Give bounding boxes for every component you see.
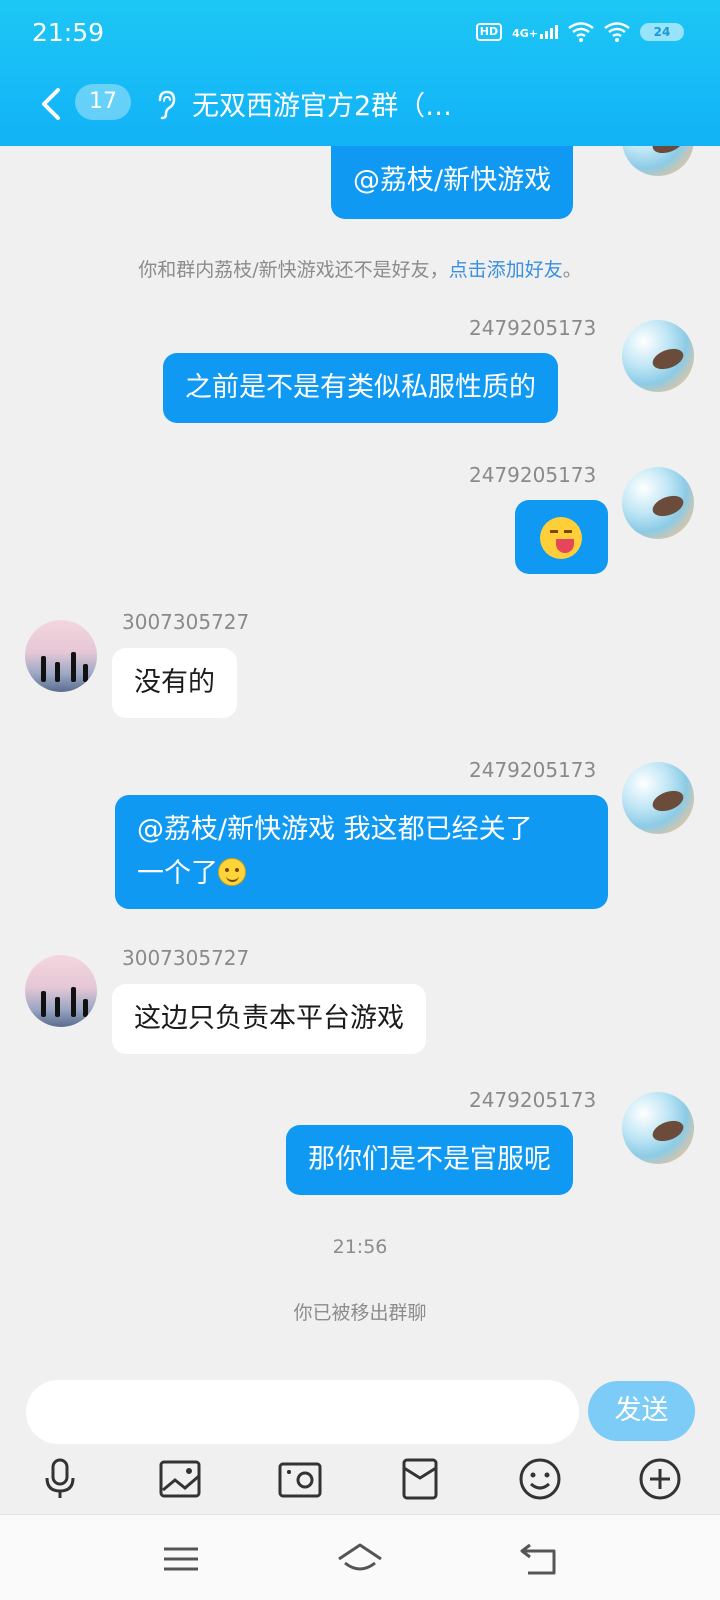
mic-icon[interactable] [37, 1456, 83, 1502]
avatar[interactable] [622, 762, 694, 834]
sender-id: 3007305727 [122, 946, 250, 970]
drooling-sticker-icon [540, 516, 582, 559]
avatar[interactable] [622, 1092, 694, 1164]
message-bubble[interactable]: 那你们是不是官服呢 [286, 1125, 573, 1195]
back-arrow-icon[interactable] [36, 84, 66, 124]
message-bubble[interactable]: @荔枝/新快游戏 我这都已经关了 一个了 [115, 795, 608, 909]
image-icon[interactable] [157, 1456, 203, 1502]
status-bar: 21:59 HD 4G+ 24 [0, 0, 720, 70]
status-time: 21:59 [32, 18, 105, 47]
smile-emoji-icon [218, 858, 246, 886]
timestamp: 21:56 [332, 1236, 388, 1258]
send-button[interactable]: 发送 [588, 1381, 695, 1441]
sender-id: 2479205173 [469, 316, 597, 340]
group-title[interactable]: 无双西游官方2群（… [192, 84, 452, 123]
avatar[interactable] [25, 955, 97, 1027]
message-bubble[interactable]: @荔枝/新快游戏 [331, 146, 574, 219]
wifi-icon [568, 22, 594, 42]
add-friend-link[interactable]: 点击添加好友 [449, 259, 563, 281]
removed-from-group-note: 你已被移出群聊 [293, 1302, 427, 1324]
message-text: @荔枝/新快游戏 [353, 165, 552, 196]
message-text: 之前是不是有类似私服性质的 [185, 372, 536, 403]
menu-icon[interactable] [156, 1539, 206, 1579]
message-text: 那你们是不是官服呢 [308, 1144, 551, 1175]
message-bubble[interactable]: 没有的 [112, 648, 237, 718]
title-bar: 17 无双西游官方2群（… [0, 70, 720, 146]
sender-id: 2479205173 [469, 463, 597, 487]
message-bubble[interactable]: 之前是不是有类似私服性质的 [163, 353, 558, 423]
system-nav-bar [0, 1514, 720, 1600]
message-text-line: 一个了 [137, 858, 218, 889]
avatar[interactable] [622, 467, 694, 539]
sender-id: 3007305727 [122, 610, 250, 634]
avatar[interactable] [622, 320, 694, 392]
avatar[interactable] [25, 620, 97, 692]
signal-icon: 4G+ [512, 25, 558, 39]
sender-id: 2479205173 [469, 1088, 597, 1112]
emoji-icon[interactable] [517, 1456, 563, 1502]
back-nav-icon[interactable] [514, 1539, 564, 1579]
input-toolbar [0, 1456, 720, 1506]
system-note-text: 你和群内荔枝/新快游戏还不是好友， [138, 259, 449, 281]
unread-count-badge[interactable]: 17 [75, 84, 131, 120]
wifi-icon-secondary [604, 22, 630, 42]
status-icons: HD 4G+ 24 [475, 22, 684, 42]
plus-icon[interactable] [637, 1456, 683, 1502]
system-note-suffix: 。 [562, 259, 582, 281]
message-bubble[interactable] [515, 500, 608, 574]
message-text: 没有的 [134, 667, 215, 698]
avatar[interactable] [622, 146, 694, 176]
network-type-label: 4G+ [512, 27, 538, 40]
friend-request-note: 你和群内荔枝/新快游戏还不是好友，点击添加好友。 [0, 255, 720, 282]
sender-id: 2479205173 [469, 758, 597, 782]
battery-icon: 24 [640, 23, 684, 41]
chat-area[interactable]: @荔枝/新快游戏 你和群内荔枝/新快游戏还不是好友，点击添加好友。 247920… [0, 146, 720, 1364]
message-text-line: @荔枝/新快游戏 我这都已经关了 [137, 814, 533, 845]
hd-icon: HD [475, 23, 503, 41]
home-icon[interactable] [335, 1539, 385, 1579]
message-text: 这边只负责本平台游戏 [134, 1003, 404, 1034]
message-bubble[interactable]: 这边只负责本平台游戏 [112, 984, 426, 1054]
input-area: 发送 [0, 1364, 720, 1514]
camera-icon[interactable] [277, 1456, 323, 1502]
message-input[interactable] [26, 1380, 579, 1444]
chat-header: 21:59 HD 4G+ 24 17 无双西游官方2群（… [0, 0, 720, 146]
ear-icon[interactable] [152, 88, 180, 120]
red-packet-icon[interactable] [397, 1456, 443, 1502]
